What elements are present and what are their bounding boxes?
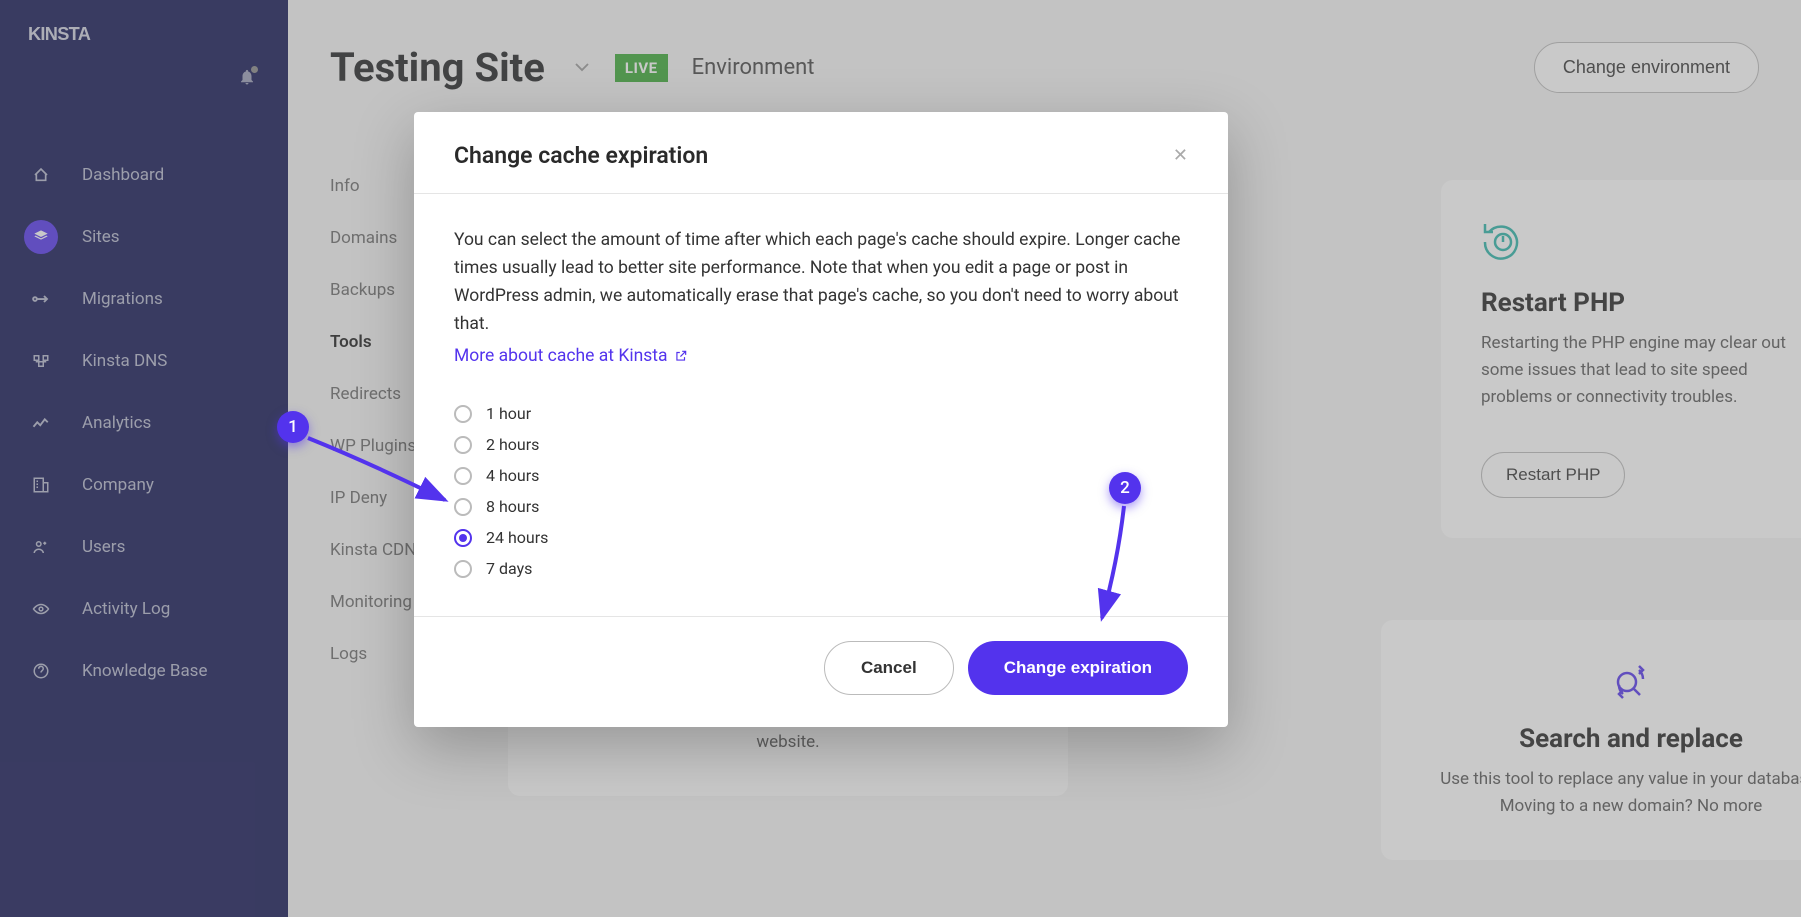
radio-option-4-hours[interactable]: 4 hours (454, 460, 1188, 491)
radio-label: 7 days (486, 559, 532, 578)
radio-icon (454, 405, 472, 423)
link-text: More about cache at Kinsta (454, 342, 668, 370)
more-about-cache-link[interactable]: More about cache at Kinsta (454, 342, 688, 370)
radio-option-24-hours[interactable]: 24 hours (454, 522, 1188, 553)
modal-desc-text: You can select the amount of time after … (454, 230, 1180, 334)
radio-icon (454, 529, 472, 547)
change-expiration-button[interactable]: Change expiration (968, 641, 1188, 695)
radio-option-2-hours[interactable]: 2 hours (454, 429, 1188, 460)
radio-label: 1 hour (486, 404, 531, 423)
radio-option-7-days[interactable]: 7 days (454, 553, 1188, 584)
modal-description: You can select the amount of time after … (454, 226, 1188, 370)
annotation-arrow-1 (300, 428, 460, 518)
cancel-button[interactable]: Cancel (824, 641, 954, 695)
radio-icon (454, 560, 472, 578)
radio-label: 2 hours (486, 435, 539, 454)
expiration-options: 1 hour 2 hours 4 hours 8 hours 24 hours … (454, 398, 1188, 584)
radio-label: 8 hours (486, 497, 539, 516)
close-icon[interactable]: ✕ (1173, 145, 1188, 166)
radio-label: 24 hours (486, 528, 548, 547)
annotation-arrow-2 (1090, 500, 1150, 630)
external-link-icon (674, 349, 688, 363)
modal-header: Change cache expiration ✕ (414, 112, 1228, 194)
modal-footer: Cancel Change expiration (414, 616, 1228, 727)
annotation-badge-1: 1 (277, 411, 309, 443)
radio-option-8-hours[interactable]: 8 hours (454, 491, 1188, 522)
radio-label: 4 hours (486, 466, 539, 485)
radio-option-1-hour[interactable]: 1 hour (454, 398, 1188, 429)
annotation-badge-2: 2 (1109, 472, 1141, 504)
modal-title: Change cache expiration (454, 142, 708, 169)
change-cache-expiration-modal: Change cache expiration ✕ You can select… (414, 112, 1228, 727)
